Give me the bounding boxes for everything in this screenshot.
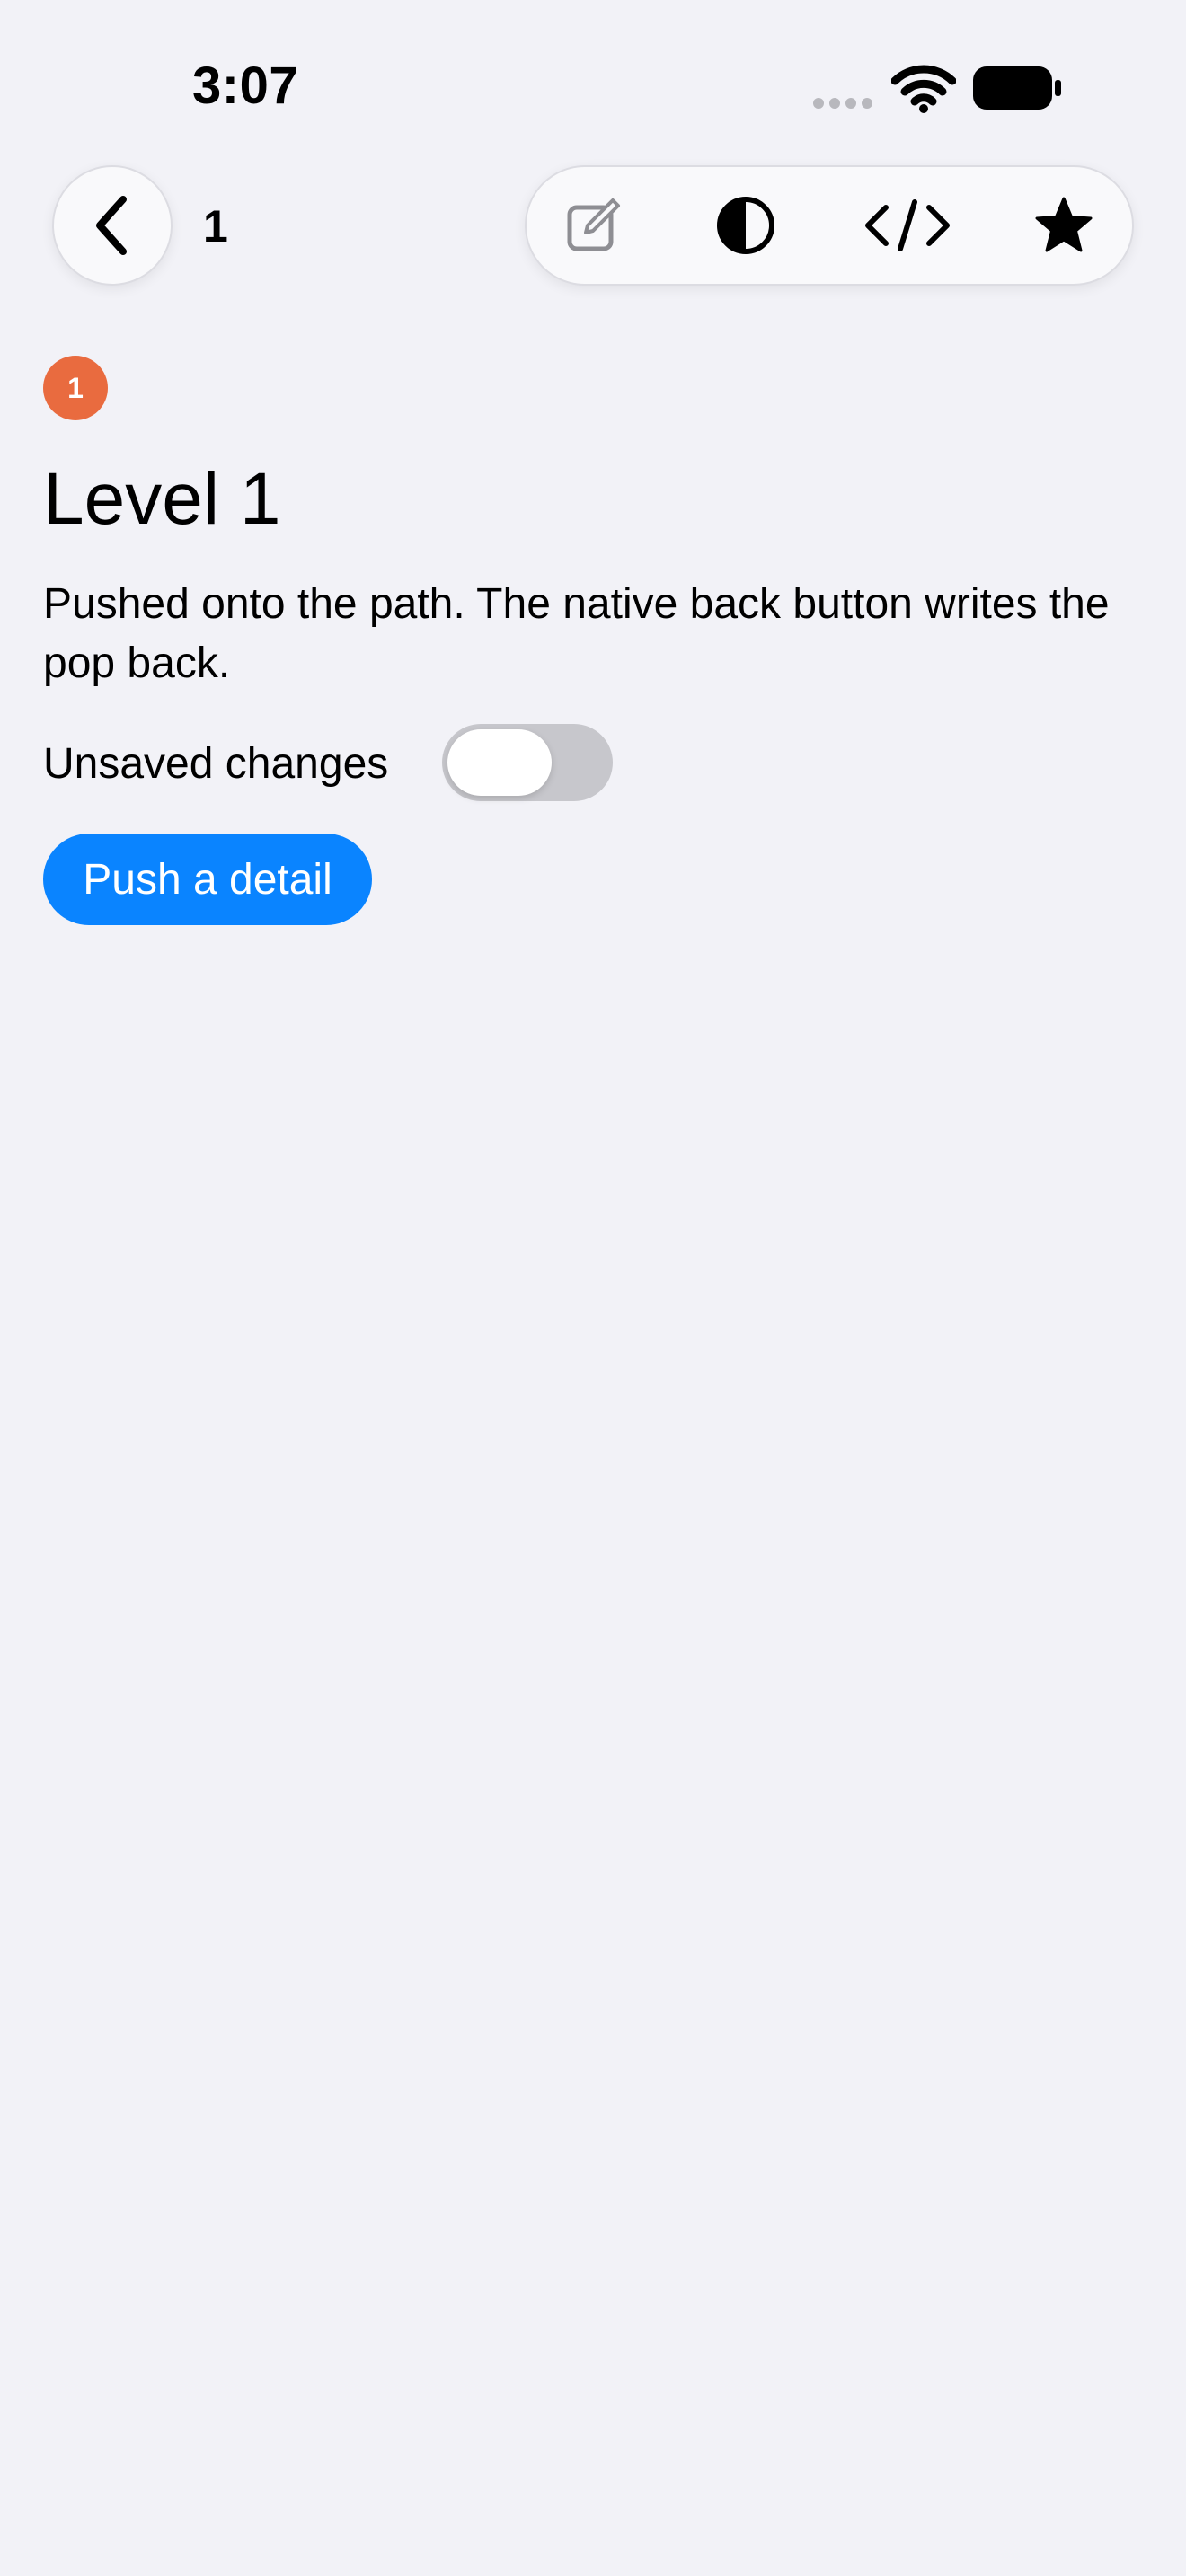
page-title: Level 1	[43, 458, 281, 540]
code-icon	[865, 199, 950, 251]
description-text: Pushed onto the path. The native back bu…	[43, 580, 1110, 687]
level-badge: 1	[43, 356, 108, 420]
toggle-knob	[447, 729, 552, 796]
nav-title: 1	[203, 201, 228, 251]
cellular-signal-icon	[813, 98, 872, 109]
wifi-icon	[891, 65, 956, 113]
contrast-icon	[717, 197, 774, 254]
unsaved-changes-label: Unsaved changes	[43, 740, 389, 788]
battery-icon	[973, 66, 1061, 110]
star-icon	[1035, 197, 1093, 252]
status-bar: 3:07	[0, 0, 1186, 171]
favorite-button[interactable]	[1010, 167, 1118, 284]
code-button[interactable]	[854, 167, 961, 284]
compose-icon	[567, 198, 620, 251]
push-detail-button[interactable]: Push a detail	[43, 834, 372, 925]
toolbar	[525, 165, 1134, 286]
chevron-left-icon	[96, 196, 127, 255]
compose-button[interactable]	[539, 167, 647, 284]
back-button[interactable]	[52, 165, 173, 286]
contrast-button[interactable]	[692, 167, 800, 284]
status-time: 3:07	[192, 57, 299, 115]
unsaved-changes-toggle[interactable]	[442, 724, 613, 801]
